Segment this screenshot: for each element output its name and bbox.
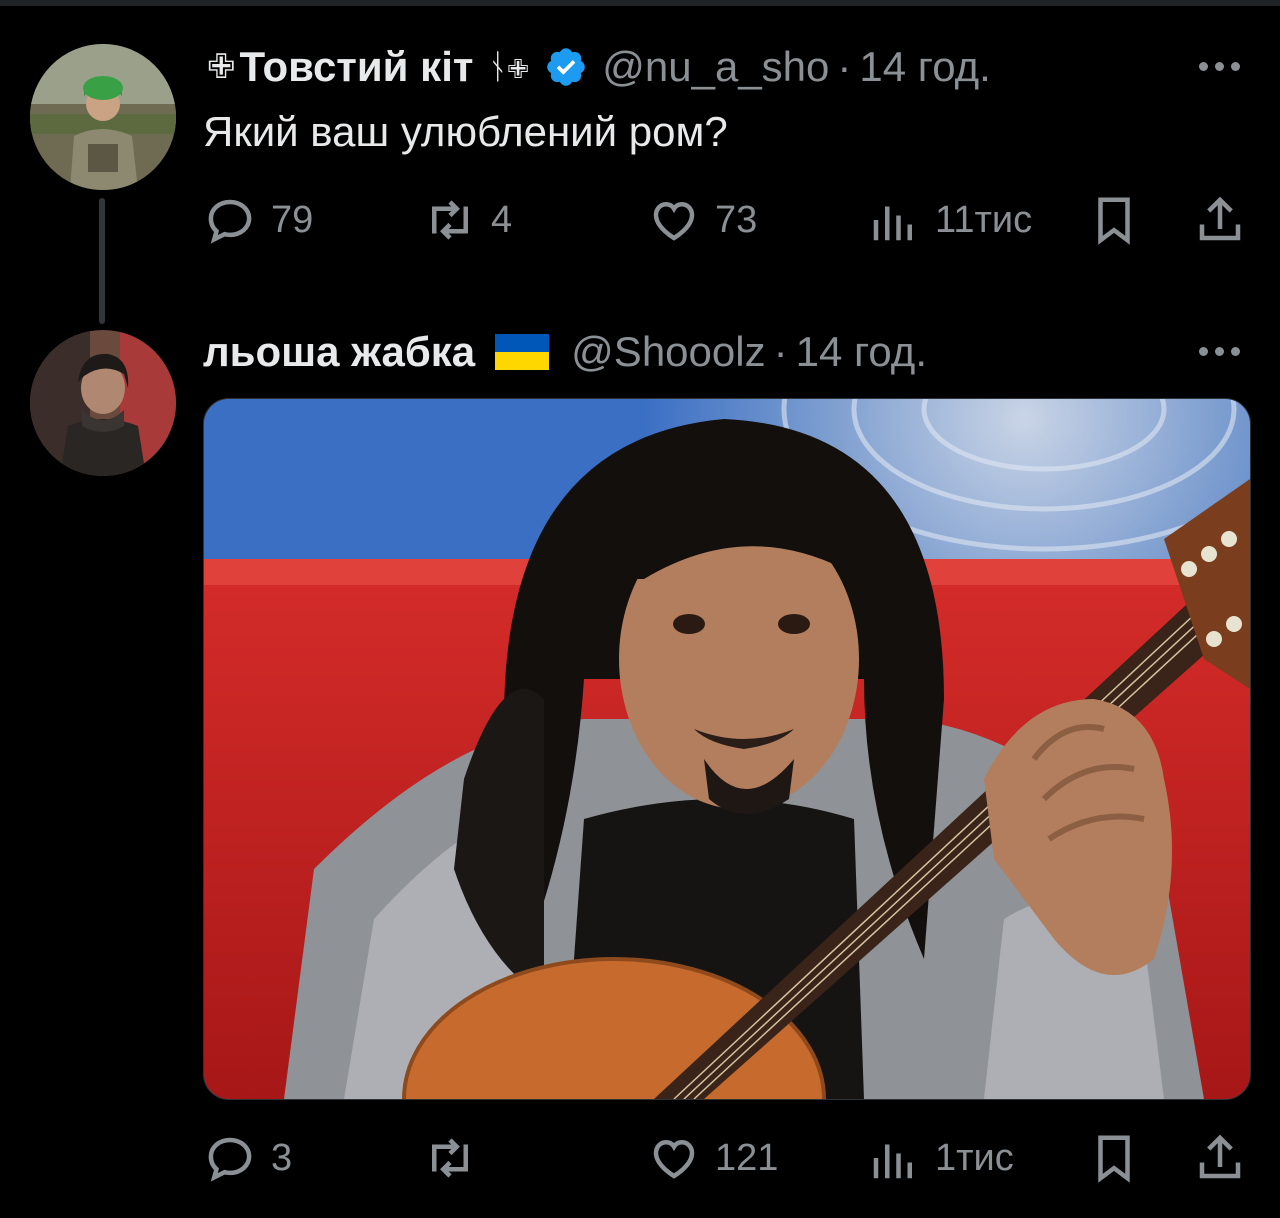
tweet-1-actions: 79 4 73 11тис [203,190,1248,250]
analytics-icon [873,1144,912,1179]
analytics-icon [873,206,912,241]
tweet-1-header: ✙ Товстий кіт ᚾ✙ @nu_a_sho · 14 год. [203,43,991,91]
user-handle[interactable]: @Shooolz [571,328,765,376]
display-name[interactable]: льоша жабка [203,328,475,376]
repost-button[interactable]: 4 [423,190,512,250]
share-button[interactable] [1193,190,1247,250]
tweet-2-header: льоша жабка @Shooolz · 14 год. [203,328,927,376]
view-count: 11тис [935,198,1033,241]
separator: · [773,328,788,375]
repost-button[interactable] [423,1128,491,1188]
like-count: 121 [715,1136,779,1179]
tweet-2-actions: 3 121 1тис [203,1128,1248,1188]
views-button[interactable]: 11тис [867,190,1032,250]
display-name[interactable]: Товстий кіт [240,43,474,91]
ukraine-flag-icon [495,334,550,370]
reply-icon [208,199,252,244]
more-options-icon[interactable] [1199,347,1240,356]
view-count: 1тис [935,1136,1014,1179]
top-divider [0,0,1280,6]
like-count: 73 [715,198,758,241]
repost-icon [432,200,468,240]
bookmark-button[interactable] [1087,190,1141,250]
reply-icon [208,1137,252,1182]
avatar-tovstyi-kit[interactable] [30,44,176,190]
bookmark-icon [1098,197,1130,245]
repost-icon [432,1138,468,1178]
heart-icon [653,201,695,241]
timestamp[interactable]: 14 год. [859,43,990,91]
photo-man-with-guitar [204,399,1250,1099]
bookmark-button[interactable] [1087,1128,1141,1188]
avatar-losha-zhabka[interactable] [30,330,176,476]
share-icon [1199,1134,1241,1179]
reply-button[interactable]: 79 [203,190,313,250]
timestamp[interactable]: 14 год. [796,328,927,376]
reply-count: 79 [271,198,314,241]
separator: · [837,43,852,90]
heart-icon [653,1139,695,1179]
like-button[interactable]: 121 [647,1128,778,1188]
views-button[interactable]: 1тис [867,1128,1014,1188]
name-prefix-symbol: ✙ [207,48,236,86]
tweet-text: Який ваш улюблений ром? [203,108,728,155]
like-button[interactable]: 73 [647,190,757,250]
bookmark-icon [1098,1135,1130,1183]
name-suffix-symbols: ᚾ✙ [487,47,529,86]
share-button[interactable] [1193,1128,1247,1188]
verified-badge-icon [547,48,586,86]
tweet-media-image[interactable] [203,398,1251,1100]
share-icon [1199,196,1241,241]
reply-button[interactable]: 3 [203,1128,292,1188]
thread-connector [99,198,105,324]
user-handle[interactable]: @nu_a_sho [602,43,829,91]
repost-count: 4 [491,198,513,241]
reply-count: 3 [271,1136,293,1179]
more-options-icon[interactable] [1199,62,1240,71]
